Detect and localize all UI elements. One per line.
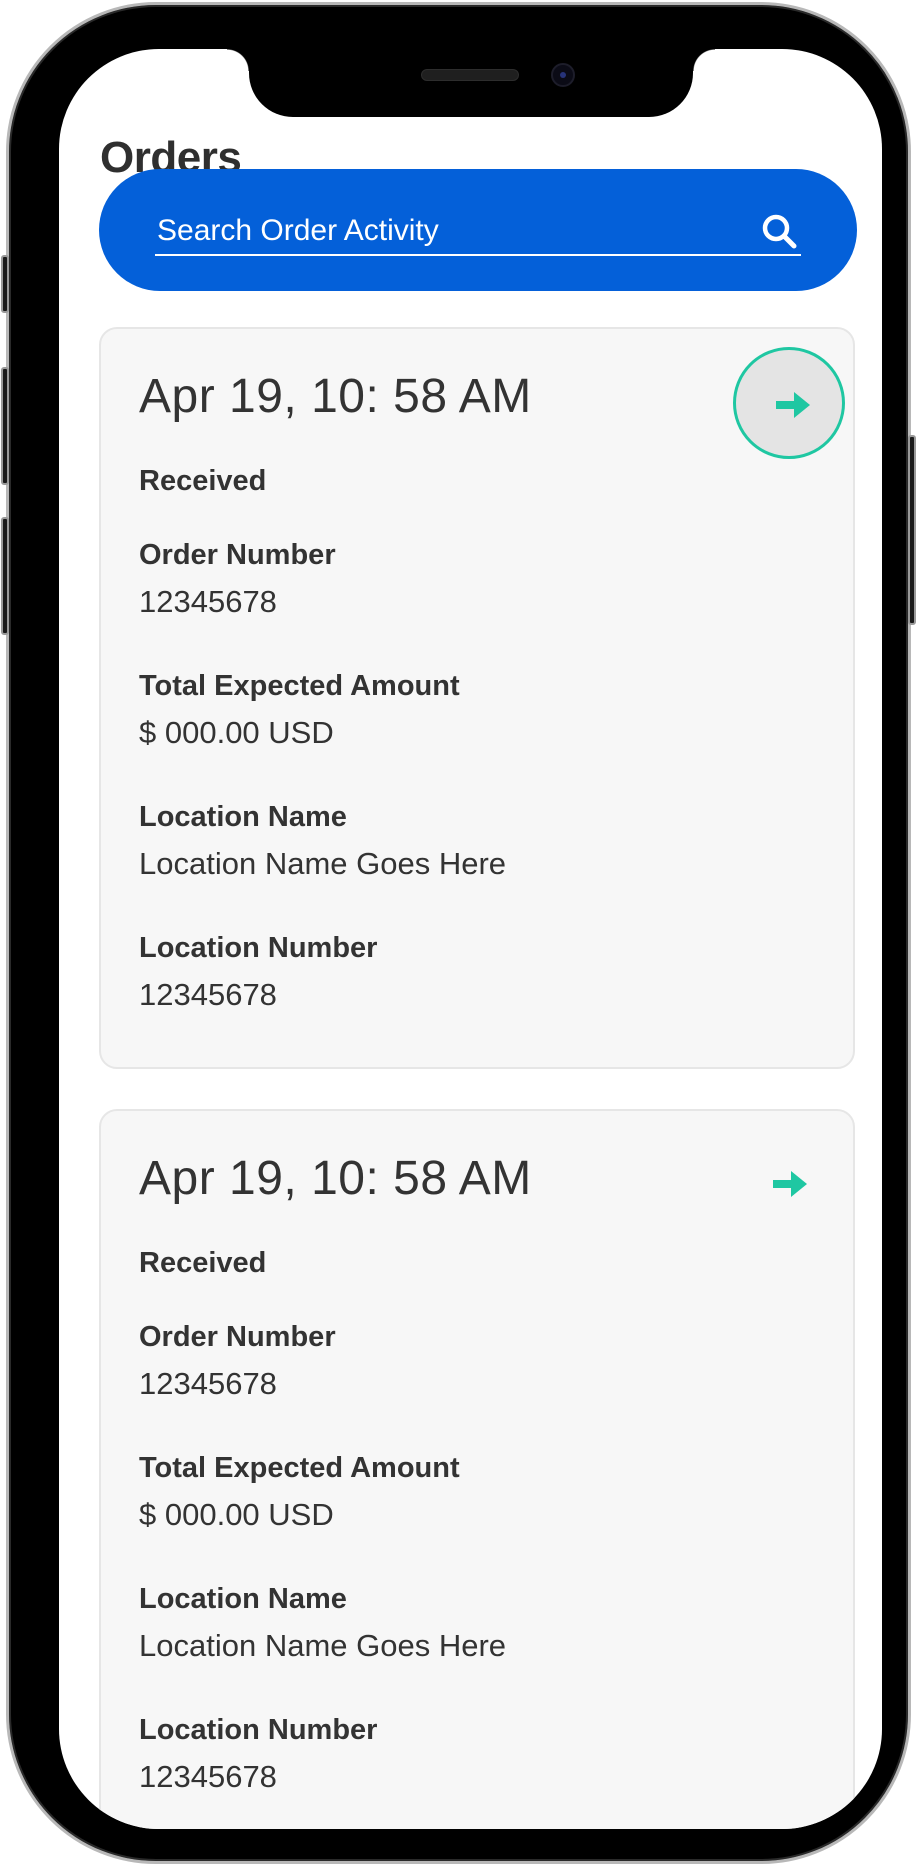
location-name-value: Location Name Goes Here [139, 846, 507, 881]
speaker-grille [421, 69, 519, 81]
amount-label: Total Expected Amount [139, 670, 460, 702]
amount-value: $ 000.00 USD [139, 1497, 334, 1532]
location-name-value: Location Name Goes Here [139, 1628, 507, 1663]
order-number-value: 12345678 [139, 584, 277, 619]
location-number-label: Location Number [139, 1714, 378, 1746]
amount-value: $ 000.00 USD [139, 715, 334, 750]
search-bar[interactable] [99, 169, 857, 291]
power-button [908, 435, 916, 625]
order-number-label: Order Number [139, 539, 336, 571]
order-card[interactable]: Apr 19, 10: 58 AM Received Order Number … [99, 1109, 855, 1829]
location-name-label: Location Name [139, 801, 347, 833]
order-date: Apr 19, 10: 58 AM [139, 1152, 532, 1205]
volume-up-button [1, 367, 9, 485]
order-date: Apr 19, 10: 58 AM [139, 370, 532, 423]
location-number-label: Location Number [139, 932, 378, 964]
search-icon[interactable] [759, 211, 799, 251]
arrow-right-icon [773, 1171, 807, 1197]
arrow-right-icon [776, 392, 810, 418]
amount-label: Total Expected Amount [139, 1452, 460, 1484]
order-details-button[interactable] [733, 1129, 845, 1241]
location-name-label: Location Name [139, 1583, 347, 1615]
search-underline [155, 254, 801, 256]
order-number-value: 12345678 [139, 1366, 277, 1401]
order-number-label: Order Number [139, 1321, 336, 1353]
volume-down-button [1, 517, 9, 635]
location-number-value: 12345678 [139, 1759, 277, 1794]
order-status: Received [139, 465, 267, 497]
phone-frame: Orders Apr 19, 10: 58 AM Received Order … [1, 2, 916, 1864]
order-details-button[interactable] [733, 347, 845, 459]
notch [227, 49, 715, 117]
front-camera [551, 63, 575, 87]
order-card[interactable]: Apr 19, 10: 58 AM Received Order Number … [99, 327, 855, 1069]
order-status: Received [139, 1247, 267, 1279]
location-number-value: 12345678 [139, 977, 277, 1012]
silent-switch [1, 255, 9, 313]
search-input[interactable] [157, 209, 757, 253]
app-screen: Orders Apr 19, 10: 58 AM Received Order … [59, 49, 882, 1829]
